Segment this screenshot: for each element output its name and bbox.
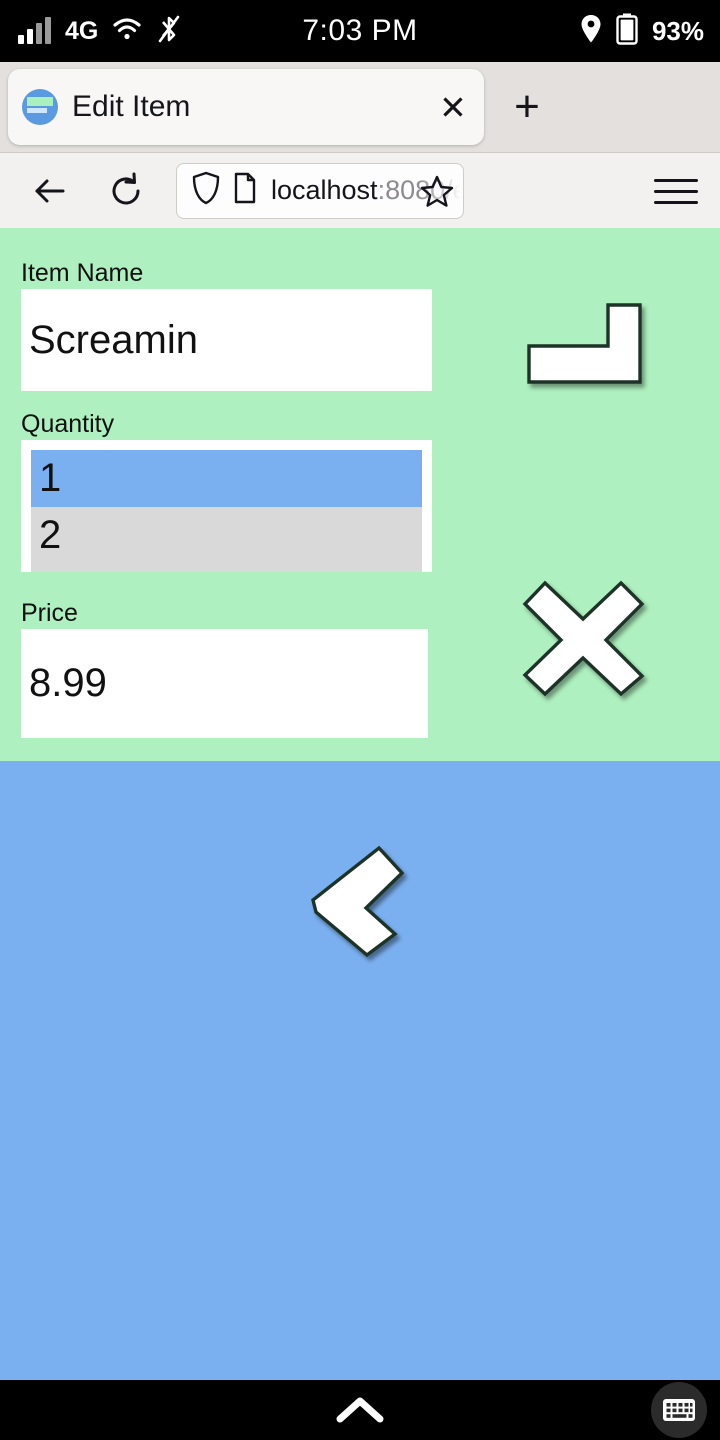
quantity-listbox[interactable]: 1 2 — [21, 440, 432, 572]
form-section: Item Name Screamin Quantity 1 2 Price 8.… — [0, 228, 720, 761]
battery-icon — [616, 13, 638, 50]
status-bar: 4G 7:03 PM 93% — [0, 0, 720, 62]
battery-percent-label: 93% — [651, 15, 704, 46]
phone-screen: 4G 7:03 PM 93% Edit Item ✕ + localhost:8… — [0, 0, 720, 1440]
page-thumbnail-favicon — [22, 89, 58, 125]
star-icon[interactable] — [419, 174, 455, 215]
item-name-input[interactable]: Screamin — [21, 289, 432, 391]
address-bar[interactable]: localhost:8080/ed — [176, 162, 464, 219]
clock-label: 7:03 PM — [302, 14, 418, 47]
system-navigation-bar — [0, 1380, 720, 1440]
shield-icon[interactable] — [191, 171, 221, 210]
l-shape-polygon — [520, 300, 650, 390]
chevron-up-icon[interactable] — [330, 1390, 390, 1430]
new-tab-button[interactable]: + — [484, 62, 570, 152]
x-cross-shape — [518, 570, 658, 697]
price-input[interactable]: 8.99 — [21, 629, 428, 738]
url-host: localhost — [271, 175, 378, 205]
quantity-option-2[interactable]: 2 — [31, 507, 422, 564]
close-icon[interactable]: ✕ — [422, 69, 484, 145]
browser-tab[interactable]: Edit Item ✕ — [8, 69, 484, 145]
location-pin-icon — [580, 14, 602, 49]
quantity-label: Quantity — [21, 410, 115, 438]
tab-title: Edit Item — [72, 90, 191, 123]
keyboard-icon[interactable] — [651, 1382, 707, 1438]
page-icon — [233, 172, 257, 209]
price-label: Price — [21, 599, 78, 627]
status-bar-right: 93% — [580, 0, 704, 62]
tab-strip: Edit Item ✕ + — [0, 62, 720, 152]
reload-icon[interactable] — [98, 163, 154, 219]
quantity-options: 1 2 — [31, 450, 422, 572]
left-chevron-shape — [295, 840, 425, 960]
hamburger-menu-icon[interactable] — [654, 169, 698, 213]
back-arrow-icon[interactable] — [22, 163, 78, 219]
browser-toolbar: localhost:8080/ed — [0, 152, 720, 228]
item-name-label: Item Name — [21, 259, 144, 287]
page-content: Item Name Screamin Quantity 1 2 Price 8.… — [0, 228, 720, 1380]
quantity-option-1[interactable]: 1 — [31, 450, 422, 507]
